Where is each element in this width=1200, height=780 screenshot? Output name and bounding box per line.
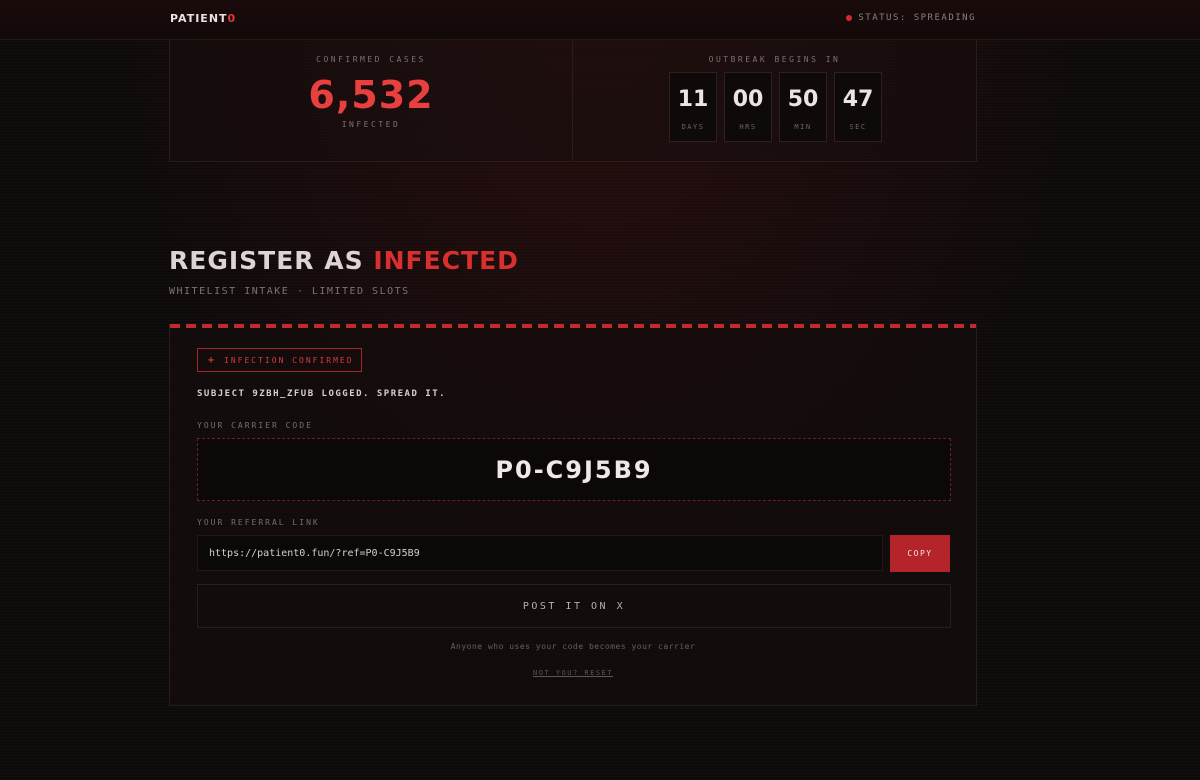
countdown-minutes-unit: MIN [794,123,812,131]
countdown-seconds: 47 SEC [834,72,882,142]
page-title: REGISTER AS INFECTED [169,246,519,275]
status-text: STATUS: SPREADING [858,13,976,23]
countdown-label: OUTBREAK BEGINS IN [708,55,841,64]
page-title-highlight: INFECTED [373,246,519,275]
registration-panel: + INFECTION CONFIRMED SUBJECT 9ZBH_ZFUB … [169,324,977,706]
stats-panel: CONFIRMED CASES 6,532 INFECTED OUTBREAK … [169,40,977,162]
referral-link-value: https://patient0.fun/?ref=P0-C9J5B9 [209,547,420,559]
hazard-stripe [170,324,976,328]
countdown-days-unit: DAYS [681,123,705,131]
cases-sub-label: INFECTED [341,120,401,129]
copy-button[interactable]: COPY [890,535,950,572]
status-indicator: STATUS: SPREADING [846,13,976,23]
countdown-stat: OUTBREAK BEGINS IN 11 DAYS 00 HRS 50 MIN… [573,40,976,161]
badge-label: INFECTION CONFIRMED [224,355,354,365]
confirmed-cases-stat: CONFIRMED CASES 6,532 INFECTED [170,40,573,161]
plus-icon: + [208,354,217,366]
page-subtitle: WHITELIST INTAKE · LIMITED SLOTS [169,286,410,297]
reset-link[interactable]: NOT YOU? RESET [170,669,976,677]
brand-accent: 0 [227,12,237,25]
countdown-minutes: 50 MIN [779,72,827,142]
status-dot-icon [846,15,853,21]
carrier-code-value: P0-C9J5B9 [495,455,653,484]
carrier-code-label: YOUR CARRIER CODE [197,421,313,430]
cases-label: CONFIRMED CASES [316,55,426,64]
countdown-hours-value: 00 [732,87,764,112]
page-title-prefix: REGISTER AS [169,246,374,275]
cases-value: 6,532 [308,73,434,117]
carrier-code-box[interactable]: P0-C9J5B9 [197,438,951,501]
infection-confirmed-badge: + INFECTION CONFIRMED [197,348,362,372]
countdown-minutes-value: 50 [787,87,819,112]
subject-message: SUBJECT 9ZBH_ZFUB LOGGED. SPREAD IT. [197,389,447,399]
post-on-x-button[interactable]: POST IT ON X [197,584,951,628]
carrier-note: Anyone who uses your code becomes your c… [450,642,696,651]
referral-link-label: YOUR REFERRAL LINK [197,518,320,527]
brand-name: PATIENT [170,12,228,25]
countdown-seconds-value: 47 [842,87,874,112]
countdown-seconds-unit: SEC [849,123,867,131]
top-bar: PATIENT0 STATUS: SPREADING [0,0,1200,40]
countdown-days-value: 11 [677,87,709,112]
countdown-hours: 00 HRS [724,72,772,142]
brand-logo[interactable]: PATIENT0 [170,12,236,25]
countdown-timer: 11 DAYS 00 HRS 50 MIN 47 SEC [669,72,882,142]
countdown-hours-unit: HRS [739,123,757,131]
referral-link-input[interactable]: https://patient0.fun/?ref=P0-C9J5B9 [197,535,883,571]
countdown-days: 11 DAYS [669,72,717,142]
